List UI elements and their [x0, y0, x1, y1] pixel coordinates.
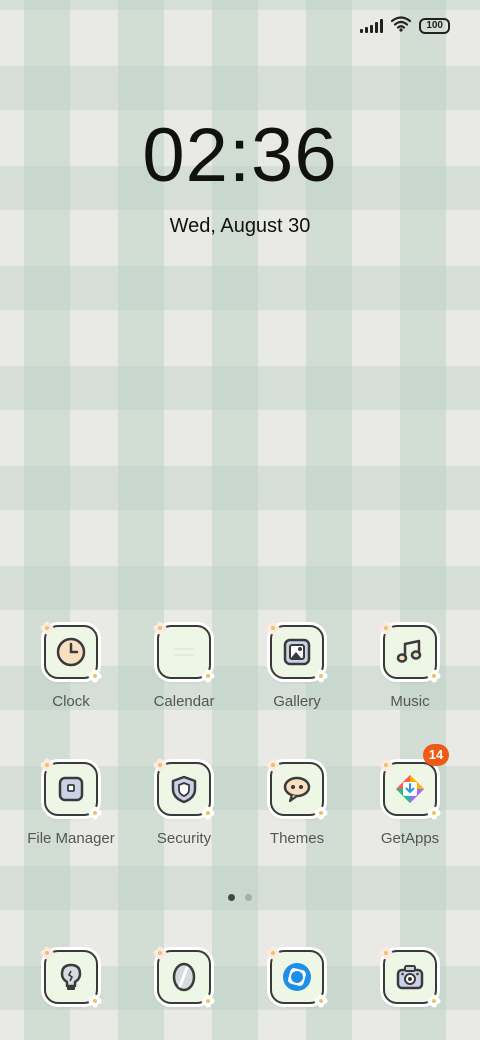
getapps-icon: 14 — [379, 744, 449, 820]
folder-icon — [40, 758, 102, 820]
clock-time[interactable]: 02:36 — [0, 112, 480, 199]
clock-icon — [40, 621, 102, 683]
app-label: Security — [156, 830, 212, 847]
app-label: Music — [390, 693, 430, 710]
dock-app-camera[interactable] — [354, 946, 466, 1008]
app-label: Clock — [52, 693, 90, 710]
wifi-icon — [391, 15, 412, 37]
page-indicator[interactable] — [0, 894, 480, 901]
clock-date[interactable]: Wed, August 30 — [0, 215, 480, 238]
camera-icon — [379, 946, 441, 1008]
notification-badge: 14 — [423, 744, 449, 766]
shield-icon — [153, 758, 215, 820]
app-getapps[interactable]: 14 GetApps — [354, 744, 466, 847]
app-security[interactable]: Security — [128, 758, 240, 847]
dock-app-feather[interactable] — [128, 946, 240, 1008]
app-gallery[interactable]: Gallery — [241, 621, 353, 710]
app-music[interactable]: Music — [354, 621, 466, 710]
battery-indicator: 100 — [419, 18, 450, 34]
signal-bars-icon — [360, 19, 384, 33]
status-bar: 100 — [360, 14, 450, 38]
chat-bubble-icon — [266, 758, 328, 820]
music-icon — [379, 621, 441, 683]
lightbulb-icon — [40, 946, 102, 1008]
app-clock[interactable]: Clock — [15, 621, 127, 710]
app-label: Gallery — [273, 693, 321, 710]
dock-app-lightbulb[interactable] — [15, 946, 127, 1008]
feather-icon — [153, 946, 215, 1008]
gallery-icon — [266, 621, 328, 683]
page-dot[interactable] — [245, 894, 252, 901]
app-label: Themes — [269, 830, 325, 847]
app-label: Calendar — [153, 693, 215, 710]
page-dot-active[interactable] — [228, 894, 235, 901]
app-file-manager[interactable]: File Manager — [15, 758, 127, 847]
app-label: GetApps — [380, 830, 440, 847]
app-calendar[interactable]: Calendar — [128, 621, 240, 710]
app-label: File Manager — [27, 830, 115, 847]
browser-icon — [266, 946, 328, 1008]
app-themes[interactable]: Themes — [241, 758, 353, 847]
dock-app-browser[interactable] — [241, 946, 353, 1008]
calendar-icon — [153, 621, 215, 683]
